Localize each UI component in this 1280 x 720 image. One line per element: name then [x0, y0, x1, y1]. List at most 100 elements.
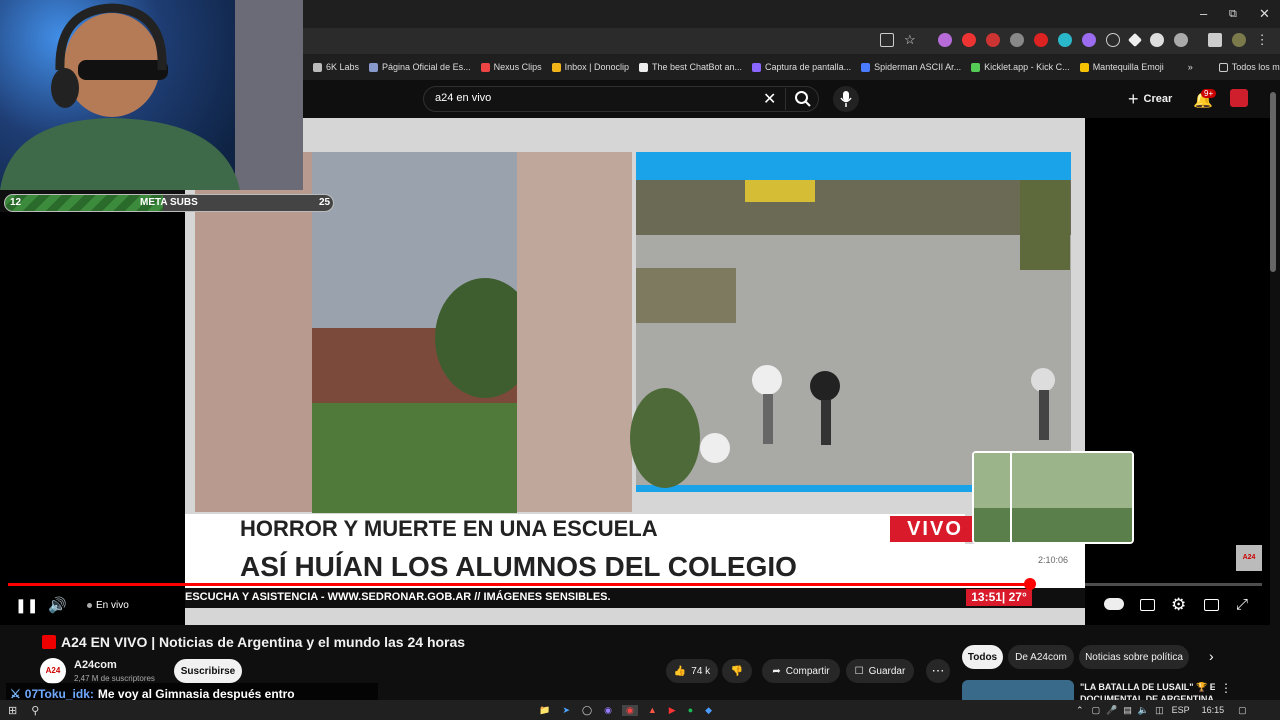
tray-icon[interactable]: ▢: [1092, 705, 1101, 716]
extension-icon[interactable]: [1105, 33, 1120, 47]
bookmark-item[interactable]: Spiderman ASCII Ar...: [861, 62, 961, 72]
page-scrollbar[interactable]: [1270, 92, 1276, 272]
taskbar-app-icon[interactable]: ◆: [705, 705, 712, 716]
bookmark-item[interactable]: 6K Labs: [313, 62, 359, 72]
settings-gear-icon[interactable]: ⚙: [1171, 595, 1186, 615]
taskbar-app-icon[interactable]: ➤: [563, 705, 571, 716]
chevron-right-icon[interactable]: ›: [1209, 648, 1214, 664]
filter-chip-all[interactable]: Todos: [962, 645, 1003, 669]
subscribe-button[interactable]: Suscribirse: [174, 659, 242, 683]
voice-search-button[interactable]: [833, 86, 859, 112]
tray-overflow-icon[interactable]: ⌃: [1076, 705, 1084, 716]
folder-icon: [1218, 62, 1228, 72]
chat-text: Me voy al Gimnasia después entro: [97, 686, 295, 701]
extensions-puzzle-icon[interactable]: [1173, 33, 1188, 47]
extension-icon[interactable]: [1081, 33, 1096, 47]
vivo-live-badge: VIVO: [890, 516, 980, 542]
bookmark-item[interactable]: The best ChatBot an...: [638, 62, 742, 72]
taskbar-app-icon[interactable]: ▶: [669, 705, 676, 716]
screencast-icon[interactable]: [880, 33, 894, 47]
clear-search-icon[interactable]: ✕: [763, 89, 776, 109]
progress-scrubber[interactable]: [1024, 578, 1036, 590]
tray-icon[interactable]: ▤: [1123, 705, 1132, 716]
extension-icon[interactable]: [1009, 33, 1024, 47]
progress-played: [8, 583, 1030, 586]
subtitles-icon[interactable]: [1140, 599, 1155, 611]
extension-icon[interactable]: [1127, 32, 1142, 48]
live-red-icon: [42, 635, 56, 649]
all-bookmarks-folder[interactable]: Todos los marcadores: [1218, 62, 1280, 72]
autoplay-toggle[interactable]: [1104, 598, 1124, 610]
share-icon: ➦: [772, 665, 781, 677]
save-button[interactable]: ☐ Guardar: [846, 659, 914, 683]
bookmark-item[interactable]: Mantequilla Emoji: [1079, 62, 1164, 72]
extension-icon[interactable]: [937, 33, 952, 47]
taskbar-app-icon[interactable]: ▲: [648, 705, 657, 715]
chrome-taskbar-icon[interactable]: ◉: [621, 704, 638, 716]
fullscreen-icon[interactable]: ⤢: [1236, 596, 1248, 613]
recommended-thumbnail[interactable]: [962, 680, 1074, 700]
bookmark-favicon: [1079, 62, 1089, 72]
notification-center-icon[interactable]: ▢: [1238, 705, 1247, 716]
restore-icon[interactable]: ⧉: [1229, 8, 1237, 21]
taskbar-search-icon[interactable]: ⚲: [31, 704, 39, 717]
preview-scene: [974, 453, 1132, 542]
minimize-icon[interactable]: –: [1200, 6, 1207, 21]
network-tray-icon[interactable]: ◫: [1155, 705, 1164, 716]
profile-avatar[interactable]: [1231, 33, 1246, 47]
live-indicator[interactable]: En vivo: [87, 600, 129, 611]
speaker-tray-icon[interactable]: 🔈: [1138, 705, 1149, 716]
news-ticker: ESCUCHA Y ASISTENCIA - WWW.SEDRONAR.GOB.…: [185, 588, 1085, 608]
extension-icon[interactable]: [1149, 33, 1164, 47]
bookmark-item[interactable]: Página Oficial de Es...: [369, 62, 471, 72]
webcam-scene: [0, 0, 303, 190]
channel-avatar[interactable]: A24: [40, 658, 66, 684]
headline-big: ASÍ HUÍAN LOS ALUMNOS DEL COLEGIO: [185, 544, 1085, 588]
pause-button[interactable]: ❚❚: [15, 597, 38, 614]
filter-chip-channel[interactable]: De A24com: [1008, 645, 1074, 669]
bookmark-item[interactable]: Kicklet.app - Kick C...: [971, 62, 1070, 72]
extension-icon[interactable]: [1033, 33, 1048, 47]
like-button[interactable]: 👍 74 k: [666, 659, 718, 683]
filter-chip-politics[interactable]: Noticias sobre política: [1079, 645, 1189, 669]
keyboard-language[interactable]: ESP: [1172, 705, 1190, 715]
extension-icon[interactable]: [961, 33, 976, 47]
share-button[interactable]: ➦ Compartir: [762, 659, 840, 683]
user-avatar[interactable]: [1230, 89, 1248, 107]
reading-list-icon[interactable]: [1207, 33, 1222, 47]
taskbar-app-icon[interactable]: ◉: [604, 705, 612, 716]
subscriber-count: 2,47 M de suscriptores: [74, 674, 155, 683]
recommended-menu-icon[interactable]: ⋮: [1220, 681, 1232, 695]
theater-mode-icon[interactable]: [1204, 599, 1219, 611]
volume-button[interactable]: 🔊: [48, 596, 67, 614]
pause-icon: ❚❚: [15, 597, 39, 613]
bookmarks-overflow-button[interactable]: »: [1188, 62, 1193, 72]
browser-menu-icon[interactable]: ⋮: [1256, 33, 1269, 47]
bookmark-item[interactable]: Inbox | Donoclip: [551, 62, 629, 72]
video-title: A24 EN VIVO | Noticias de Argentina y el…: [61, 634, 466, 650]
bookmark-item[interactable]: Captura de pantalla...: [752, 62, 851, 72]
sword-badge-icon: ⚔: [10, 686, 21, 701]
windows-start-icon[interactable]: ⊞: [8, 704, 17, 717]
spotify-taskbar-icon[interactable]: ●: [688, 705, 693, 715]
dislike-button[interactable]: 👎: [722, 659, 752, 683]
taskbar-clock[interactable]: 16:15: [1202, 705, 1225, 715]
channel-name[interactable]: A24com: [74, 659, 117, 671]
search-button[interactable]: [785, 88, 819, 110]
search-icon: [795, 91, 811, 107]
taskbar-app-icon[interactable]: ◯: [582, 705, 592, 716]
bookmark-favicon: [638, 62, 648, 72]
file-explorer-icon[interactable]: 📁: [539, 705, 550, 716]
more-actions-button[interactable]: ⋯: [926, 659, 950, 683]
bookmark-item[interactable]: Nexus Clips: [480, 62, 542, 72]
thumbs-down-icon: 👎: [730, 665, 744, 677]
windows-taskbar: ⊞ ⚲ 📁 ➤ ◯ ◉ ◉ ▲ ▶ ● ◆ ⌃ ▢ 🎤 ▤ 🔈 ◫ ESP 16…: [0, 700, 1280, 720]
microphone-tray-icon[interactable]: 🎤: [1106, 705, 1117, 716]
extension-icon[interactable]: [985, 33, 1000, 47]
bookmark-star-icon[interactable]: ☆: [904, 33, 916, 47]
extension-icon[interactable]: [1057, 33, 1072, 47]
create-button[interactable]: + Crear: [1128, 88, 1178, 110]
sub-goal-bar: 12 META SUBS 25: [4, 194, 334, 212]
bookmark-favicon: [861, 62, 871, 72]
close-window-icon[interactable]: ✕: [1259, 6, 1270, 22]
